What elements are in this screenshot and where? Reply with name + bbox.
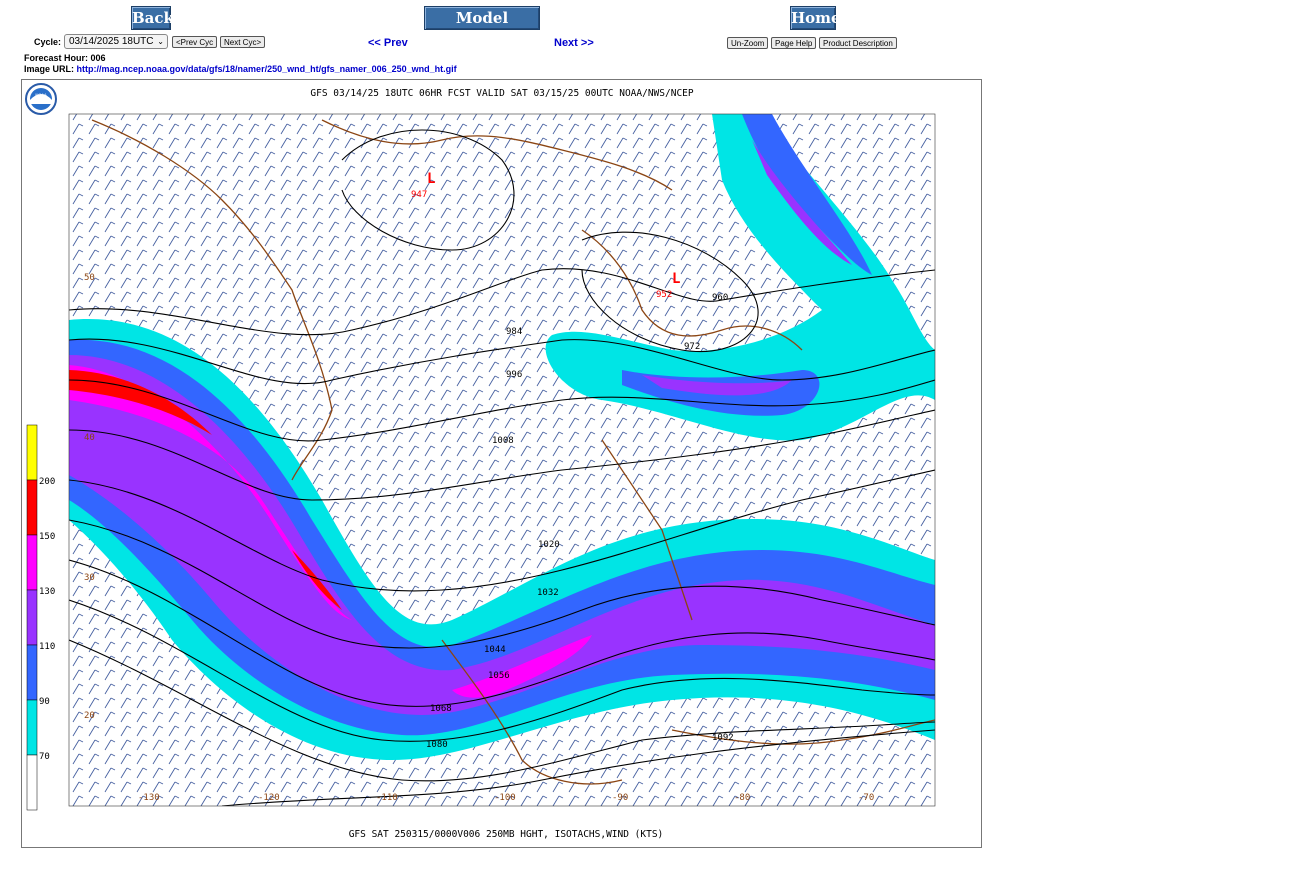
cycle-label: Cycle: — [34, 37, 62, 47]
legend-swatch — [26, 479, 38, 536]
contour-label: 960 — [712, 293, 728, 303]
contour-label: 1068 — [430, 704, 452, 714]
map-header: GFS 03/14/25 18UTC 06HR FCST VALID SAT 0… — [310, 88, 693, 99]
longitude-label: -130 — [138, 793, 160, 803]
legend-label: 70 — [39, 752, 50, 762]
cycle-select[interactable]: 03/14/2025 18UTC ⌄ — [64, 34, 168, 49]
contour-label: 984 — [506, 327, 522, 337]
prev-link[interactable]: << Prev — [368, 37, 408, 49]
image-url: Image URL: http://mag.ncep.noaa.gov/data… — [24, 64, 457, 74]
legend-label: 130 — [39, 587, 55, 597]
weather-map[interactable]: NOAA GFS 03/14/25 18UTC 06HR FCST VALID … — [21, 79, 982, 848]
contour-label: 972 — [684, 342, 700, 352]
map-footer: GFS SAT 250315/0000V006 250MB HGHT, ISOT… — [349, 829, 664, 840]
model-guidance-button[interactable]: Model Guidance — [424, 6, 540, 49]
legend-label: 90 — [39, 697, 50, 707]
longitude-label: -120 — [258, 793, 280, 803]
image-url-label: Image URL: — [24, 64, 75, 74]
forecast-hour-value: 006 — [90, 53, 106, 63]
latitude-label: 20 — [84, 711, 95, 721]
contour-label: 1092 — [712, 733, 734, 743]
page-help-button[interactable]: Page Help — [771, 37, 817, 49]
legend-swatch — [26, 424, 38, 481]
legend-swatch — [26, 699, 38, 756]
longitude-label: -110 — [376, 793, 398, 803]
unzoom-button[interactable]: Un-Zoom — [727, 37, 769, 49]
next-cycle-button[interactable]: Next Cyc> — [220, 36, 266, 48]
legend-swatch — [26, 534, 38, 591]
forecast-hour-label: Forecast Hour: — [24, 53, 89, 63]
longitude-label: -100 — [494, 793, 516, 803]
contour-label: 1032 — [537, 588, 559, 598]
latitude-label: 30 — [84, 573, 95, 583]
product-description-button[interactable]: Product Description — [819, 37, 897, 49]
latitude-label: 50 — [84, 273, 95, 283]
contour-label: 1020 — [538, 540, 560, 550]
isotach-legend: 200 150 130 110 90 70 — [26, 424, 55, 811]
contour-label: 1056 — [488, 671, 510, 681]
legend-label: 150 — [39, 532, 55, 542]
low-center-letter: L — [427, 171, 435, 187]
longitude-label: -80 — [734, 793, 750, 803]
contour-label: 1008 — [492, 436, 514, 446]
noaa-logo-text: NOAA — [35, 92, 47, 97]
weather-map-image[interactable]: NOAA GFS 03/14/25 18UTC 06HR FCST VALID … — [22, 80, 981, 847]
low-center-letter: L — [672, 271, 680, 287]
prev-cycle-button[interactable]: <Prev Cyc — [172, 36, 218, 48]
home-button[interactable]: Home — [790, 6, 841, 30]
legend-swatch — [26, 589, 38, 646]
contour-label: 996 — [506, 370, 522, 380]
legend-label: 200 — [39, 477, 55, 487]
legend-swatch — [26, 644, 38, 701]
low-center-value: 952 — [656, 290, 672, 300]
chevron-down-icon: ⌄ — [157, 37, 164, 46]
cycle-select-value: 03/14/2025 18UTC — [69, 36, 154, 47]
contour-label: 1080 — [426, 740, 448, 750]
legend-label: 110 — [39, 642, 55, 652]
longitude-label: -90 — [612, 793, 628, 803]
forecast-hour: Forecast Hour: 006 — [24, 53, 106, 63]
longitude-label: -70 — [858, 793, 874, 803]
image-url-link[interactable]: http://mag.ncep.noaa.gov/data/gfs/18/nam… — [77, 64, 457, 74]
low-center-value: 947 — [411, 190, 427, 200]
latitude-label: 40 — [84, 433, 95, 443]
back-button[interactable]: Back — [131, 6, 174, 30]
next-link[interactable]: Next >> — [554, 37, 594, 49]
noaa-logo: NOAA — [25, 83, 57, 115]
plot-area: 984 996 1008 1020 1032 1044 1056 1068 1080 972 960… — [69, 114, 935, 806]
contour-label: 1044 — [484, 645, 506, 655]
legend-swatch — [26, 754, 38, 811]
